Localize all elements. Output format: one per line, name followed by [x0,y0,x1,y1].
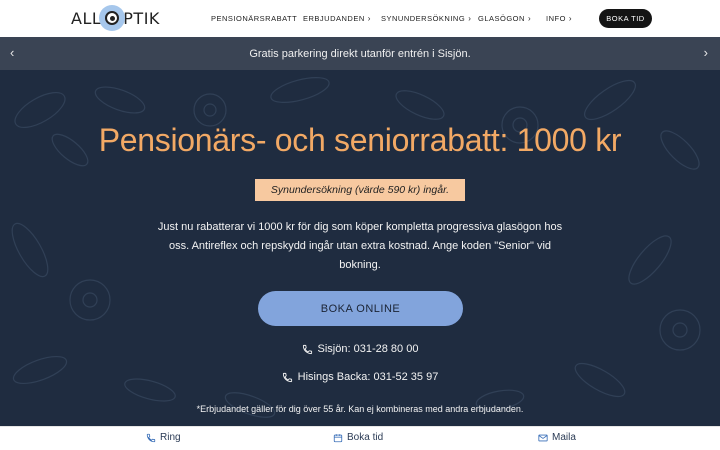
ring-button[interactable]: Ring [146,432,181,443]
announcement-bar: ‹ Gratis parkering direkt utanför entrén… [0,37,720,70]
offer-badge: Synundersökning (värde 590 kr) ingår. [255,179,465,201]
chevron-right-icon: › [527,14,532,23]
ring-label: Ring [160,432,181,443]
sticky-contact-bar: Ring Boka tid Maila [0,426,720,450]
boka-tid-bottom-button[interactable]: Boka tid [333,432,383,443]
phone-icon [302,344,312,354]
chevron-right-icon: › [468,14,472,23]
nav-label: PENSIONÄRSRABATT [211,14,298,23]
logo-text-prefix: ALL [71,8,102,28]
nav-label: GLASÖGON [478,14,525,23]
maila-button[interactable]: Maila [538,432,576,443]
phone-link-sisjon[interactable]: Sisjön: 031-28 80 00 [0,343,720,355]
hero-description: Just nu rabatterar vi 1000 kr för dig so… [157,221,563,271]
nav-label: INFO [546,14,566,23]
phone-label: Hisings Backa: 031-52 35 97 [297,371,439,383]
maila-label: Maila [552,432,576,443]
mail-icon [538,434,548,441]
logo-text-suffix: PTIK [123,8,160,28]
chevron-right-icon: › [568,14,573,23]
nav-label: SYNUNDERSÖKNING [381,14,466,23]
next-arrow-icon[interactable]: › [704,45,708,60]
logo[interactable]: ALL PTIK [71,5,160,31]
nav-info[interactable]: INFO › [546,14,572,23]
phone-link-hisings-backa[interactable]: Hisings Backa: 031-52 35 97 [0,371,720,383]
prev-arrow-icon[interactable]: ‹ [10,45,14,60]
phone-icon [282,372,292,382]
boka-label: Boka tid [347,432,384,443]
site-header: ALL PTIK PENSIONÄRSRABATT ERBJUDANDEN › S… [0,0,720,37]
calendar-icon [333,433,343,442]
nav-pensionarsrabatt[interactable]: PENSIONÄRSRABATT [211,14,297,23]
chevron-right-icon: › [367,14,371,23]
phone-label: Sisjön: 031-28 80 00 [317,343,419,355]
hero-title: Pensionärs- och seniorrabatt: 1000 kr [98,122,622,158]
nav-label: ERBJUDANDEN [303,14,365,23]
boka-online-button[interactable]: BOKA ONLINE [258,291,463,326]
logo-eye-icon [99,5,126,31]
nav-erbjudanden[interactable]: ERBJUDANDEN › [303,14,371,23]
phone-icon [146,433,156,442]
disclaimer-text: *Erbjudandet gäller för dig över 55 år. … [196,404,524,414]
hero-section: Pensionärs- och seniorrabatt: 1000 kr Sy… [0,70,720,426]
nav-glasogon[interactable]: GLASÖGON › [478,14,531,23]
announcement-text: Gratis parkering direkt utanför entrén i… [249,47,471,60]
boka-tid-button[interactable]: BOKA TID [599,9,652,28]
nav-synundersokning[interactable]: SYNUNDERSÖKNING › [381,14,471,23]
